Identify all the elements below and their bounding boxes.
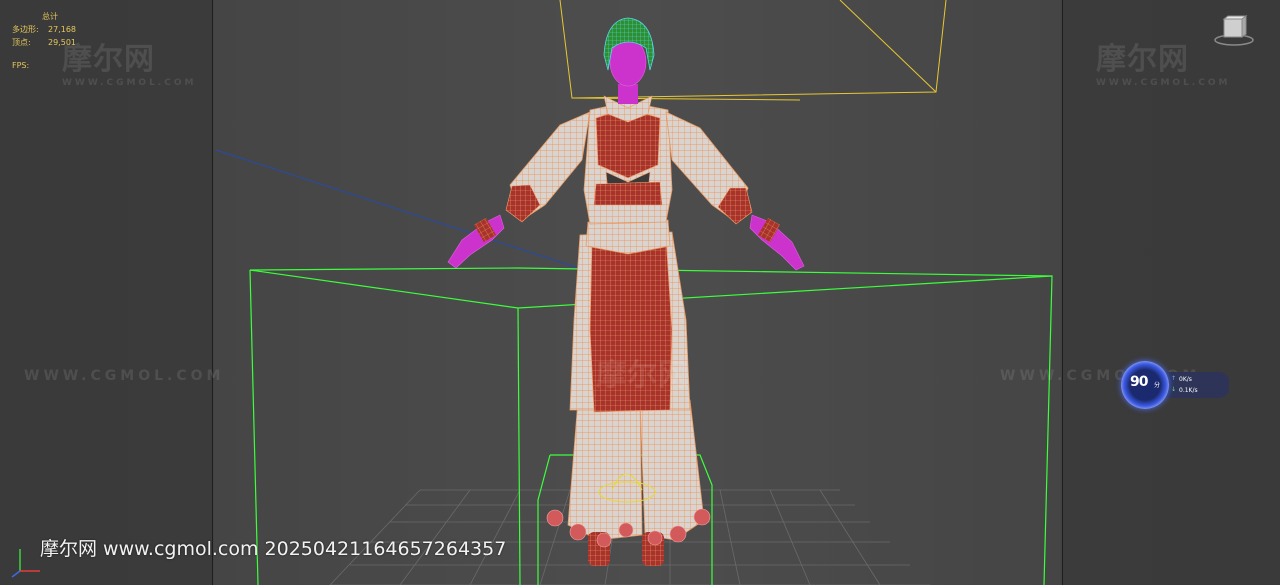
- footer-watermark-text: 摩尔网 www.cgmol.com 20250421164657264357: [40, 538, 507, 560]
- network-rate-panel: ↑ 0K/s ↓ 0.1K/s: [1165, 372, 1229, 398]
- watermark-logo-left: 摩尔网 WWW.CGMOL.COM: [62, 42, 197, 88]
- upload-rate: 0K/s: [1179, 376, 1192, 383]
- download-arrow-icon: ↓: [1171, 386, 1177, 393]
- network-score-unit: 分: [1154, 382, 1161, 389]
- watermark-logo-right: 摩尔网 WWW.CGMOL.COM: [1096, 42, 1231, 88]
- network-score-ring[interactable]: 90 分: [1121, 361, 1169, 409]
- viewcube-icon[interactable]: [1214, 14, 1254, 48]
- network-speed-widget[interactable]: ↑ 0K/s ↓ 0.1K/s 90 分: [1121, 361, 1231, 411]
- network-score: 90: [1130, 374, 1149, 390]
- stats-polygons-label: 多边形:: [12, 25, 39, 34]
- upload-arrow-icon: ↑: [1171, 375, 1177, 382]
- stats-vertices-label: 顶点:: [12, 38, 31, 47]
- 3d-viewport[interactable]: 总计 多边形: 27,168 顶点: 29,501 FPS: 摩尔网 WWW.C…: [0, 0, 1280, 585]
- watermark-url-left: WWW.CGMOL.COM: [24, 368, 225, 384]
- watermark-logo-center: 摩尔网: [596, 358, 689, 393]
- character-model: [447, 17, 805, 566]
- stats-title: 总计: [42, 12, 58, 21]
- download-rate: 0.1K/s: [1179, 387, 1198, 394]
